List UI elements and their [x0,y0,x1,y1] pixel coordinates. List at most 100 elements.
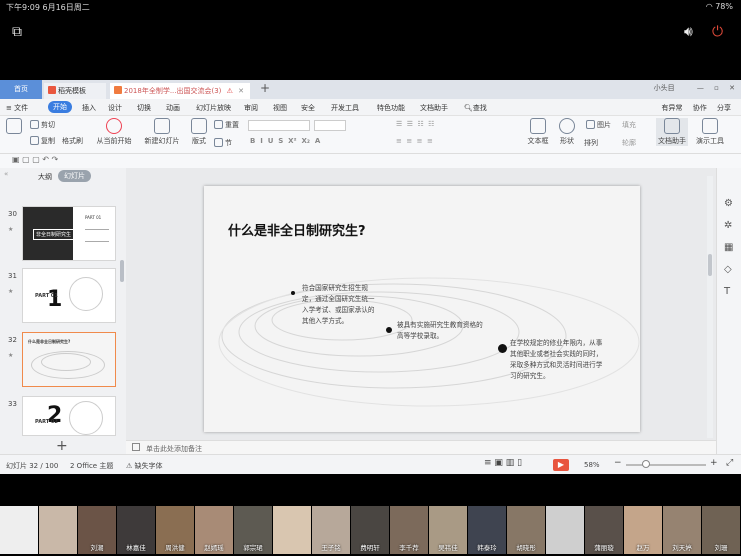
zoom-level[interactable]: 58% [584,461,600,469]
point-text-2[interactable]: 被具有实施研究生教育资格的高等学校录取。 [397,320,487,342]
outline-button[interactable]: 轮廓 [622,138,636,148]
text-format-buttons[interactable]: B I U S X² X₂ A [250,137,320,145]
participant-tile[interactable] [546,506,584,554]
participant-tile[interactable] [39,506,77,554]
thumbnail-scrollbar[interactable] [120,260,124,282]
tab-home[interactable]: 首页 [0,80,42,99]
picture-button[interactable]: 图片 [586,120,611,130]
participant-tile[interactable]: 赵万 [624,506,662,554]
participant-tile[interactable]: 赵嫣瑶 [195,506,233,554]
new-tab-button[interactable]: + [260,81,270,95]
participant-tile[interactable]: 韩泰玲 [468,506,506,554]
participant-tile[interactable]: 王子铭 [312,506,350,554]
image-icon[interactable]: ▦ [724,242,733,253]
zoom-in-icon[interactable]: + [710,458,718,468]
arrange-button[interactable]: 排列 [584,138,598,148]
participant-tile[interactable]: 李千荐 [390,506,428,554]
close-window-icon[interactable]: ✕ [729,84,735,92]
participant-tile[interactable]: 蒲丽璇 [585,506,623,554]
user-name[interactable]: 小头目 [654,84,675,92]
view-mode-icons[interactable]: ≡ ▣ ▥ ▯ [484,458,522,468]
notes-pane[interactable]: 单击此处添加备注 [126,440,716,454]
paste-button[interactable] [6,118,22,136]
participant-tile[interactable]: 胡晓彤 [507,506,545,554]
slideshow-play-button[interactable]: ▶ [553,459,569,471]
collab-button[interactable]: 协作 [693,104,707,112]
font-name-select[interactable] [248,120,310,131]
exit-fullscreen-icon[interactable]: ⧉ [12,24,22,40]
menu-doc-helper[interactable]: 文档助手 [420,103,448,113]
zoom-slider[interactable] [626,464,706,466]
participant-tile[interactable]: 周洪健 [156,506,194,554]
properties-icon[interactable]: ⚙ [724,198,733,209]
current-slide[interactable]: 什么是非全日制研究生? 符合国家研究生招生规定，通过全国研究生统一入学考试、或国… [204,186,640,432]
share-button[interactable]: 分享 [717,104,731,112]
menu-design[interactable]: 设计 [108,103,122,113]
participant-tile[interactable]: 吴祎佳 [429,506,467,554]
minimize-icon[interactable]: — [697,84,704,92]
layout-button[interactable]: 版式 [188,118,210,146]
doc-helper-button[interactable]: 文档助手 [656,118,688,146]
slide-thumbnail-30[interactable]: 非全日制研究生 PART 01 [22,206,116,261]
add-slide-button[interactable]: + [56,438,68,454]
menu-home[interactable]: 开始 [48,101,72,113]
point-text-3[interactable]: 在学校规定的修业年限内，从事其他职业或者社会实践的同时，采取多种方式和灵活时间进… [510,338,608,382]
menu-security[interactable]: 安全 [301,103,315,113]
tab-outline[interactable]: 大纲 [38,172,52,182]
slide-thumbnail-31[interactable]: 1 PART 01 [22,268,116,323]
section-button[interactable]: 节 [214,138,232,148]
paragraph-buttons[interactable]: ☰ ☰ ☷ ☷ [396,120,434,128]
save-icon[interactable]: ▣ ▢ ▢ ↶ ↷ [12,155,58,164]
presentation-tools-button[interactable]: 演示工具 [692,118,728,146]
menu-review[interactable]: 审阅 [244,103,258,113]
menu-developer[interactable]: 开发工具 [331,103,359,113]
tab-slides[interactable]: 幻灯片 [58,170,91,182]
text-icon[interactable]: T [724,286,730,297]
fill-button[interactable]: 填充 [622,120,636,130]
speaker-icon[interactable]: 🔊︎ [684,24,693,40]
restore-icon[interactable]: ▫ [714,84,719,92]
menu-search[interactable]: 🔍︎查找 [464,103,487,113]
slide-thumbnail-32[interactable]: 什么是非全日制研究生? [22,332,116,387]
slide-vertical-scrollbar[interactable] [707,176,713,438]
font-size-select[interactable] [314,120,346,131]
participant-tile[interactable]: 林嘉佳 [117,506,155,554]
cut-button[interactable]: 剪切 [30,120,55,130]
missing-font-status[interactable]: ⚠ 缺失字体 [126,461,163,471]
participant-tile[interactable]: 刘潮 [78,506,116,554]
format-painter-button[interactable]: 格式刷 [62,136,83,146]
shapes-button[interactable]: 形状 [556,118,578,146]
participant-tile[interactable]: 刘天婷 [663,506,701,554]
play-from-current-button[interactable]: 从当前开始 [92,118,136,146]
tab-document[interactable]: 2018年全制学...出国交流会(3) ⚠ ✕ [110,83,250,99]
menu-slideshow[interactable]: 幻灯片放映 [196,103,231,113]
fit-window-icon[interactable]: ⤢ [726,458,733,468]
zoom-out-icon[interactable]: − [614,458,622,468]
menu-transition[interactable]: 切换 [137,103,151,113]
menu-insert[interactable]: 插入 [82,103,96,113]
collapse-panel-icon[interactable]: « [4,170,8,178]
participant-tile[interactable]: 刘珊 [702,506,740,554]
participant-tile[interactable]: 郭宗珺 [234,506,272,554]
new-slide-button[interactable]: 新建幻灯片 [142,118,182,146]
copy-button[interactable]: 复制 [30,136,55,146]
menu-animation[interactable]: 动画 [166,103,180,113]
point-text-1[interactable]: 符合国家研究生招生规定，通过全国研究生统一入学考试、或国家承认的其他入学方式。 [302,283,380,327]
participant-tile[interactable] [0,506,38,554]
menu-features[interactable]: 特色功能 [377,103,405,113]
effects-icon[interactable]: ✲ [724,220,732,231]
scroll-handle[interactable] [708,254,712,276]
shape-icon[interactable]: ◇ [724,264,732,275]
reset-button[interactable]: 重置 [214,120,239,130]
align-buttons[interactable]: ≡ ≡ ≡ ≡ [396,137,433,145]
text-box-button[interactable]: 文本框 [526,118,550,146]
power-icon[interactable]: ⏻ [712,24,723,40]
slide-thumbnail-33[interactable]: 2 PART 02 [22,396,116,436]
zoom-slider-knob[interactable] [642,460,650,468]
close-tab-icon[interactable]: ✕ [238,87,244,95]
participant-tile[interactable] [273,506,311,554]
tab-template[interactable]: 稻壳模板 [44,83,106,99]
menu-file[interactable]: ≡ 文件 [6,103,28,113]
exception-button[interactable]: 有异常 [662,104,683,112]
participant-tile[interactable]: 费明轩 [351,506,389,554]
